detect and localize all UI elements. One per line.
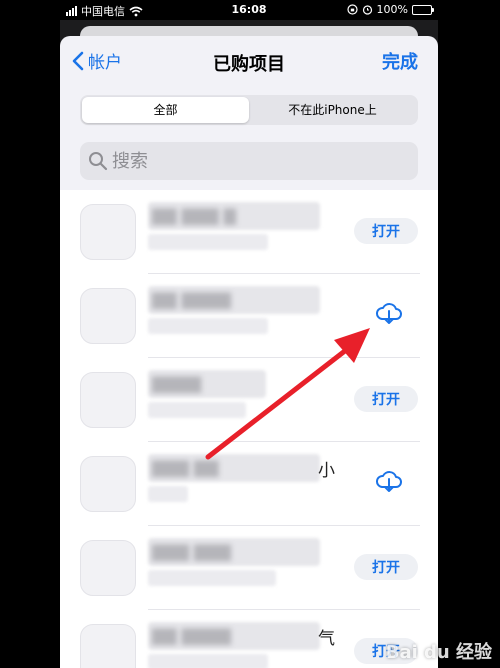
- battery-percent: 100%: [376, 3, 408, 16]
- app-title-blurred: ▇▇ ▇▇▇▇: [148, 622, 320, 650]
- app-title-blurred: ▇▇ ▇▇▇▇: [148, 286, 320, 314]
- list-item: ▇▇▇ ▇▇ 小: [60, 442, 438, 526]
- alarm-icon: [362, 5, 372, 15]
- app-icon-placeholder: [80, 624, 136, 668]
- orientation-lock-icon: [346, 4, 358, 15]
- app-title-visible-char: 小: [318, 461, 335, 481]
- status-bar: 中国电信 16:08 100%: [60, 0, 438, 20]
- list-item: ▇▇▇ ▇▇▇ 打开: [60, 526, 438, 610]
- status-right: 100%: [346, 3, 434, 16]
- app-title-blurred: ▇▇▇ ▇▇: [148, 454, 320, 482]
- done-button[interactable]: 完成: [382, 48, 418, 74]
- app-title-visible-char: 气: [318, 629, 335, 649]
- open-button[interactable]: 打开: [354, 554, 418, 580]
- segment-all[interactable]: 全部: [82, 97, 249, 123]
- download-button[interactable]: [374, 298, 404, 328]
- cloud-download-icon: [376, 471, 402, 492]
- app-icon-placeholder: [80, 372, 136, 428]
- app-subtitle-blurred: [148, 234, 268, 250]
- app-subtitle-blurred: [148, 318, 268, 334]
- app-subtitle-blurred: [148, 486, 188, 502]
- list-item: ▇▇ ▇▇▇▇: [60, 274, 438, 358]
- navigation-bar: 帐户 已购项目 完成: [60, 36, 438, 86]
- app-title-blurred: ▇▇ ▇▇▇ ▇: [148, 202, 320, 230]
- app-icon-placeholder: [80, 540, 136, 596]
- segment-not-on-iphone[interactable]: 不在此iPhone上: [249, 97, 416, 123]
- phone-screen: 帐户 已购项目 完成 全部 不在此iPhone上 ▇▇ ▇▇▇ ▇ 打开: [60, 20, 438, 668]
- search-icon: [89, 152, 108, 171]
- search-bar[interactable]: [80, 142, 418, 180]
- app-title-blurred: ▇▇▇▇: [148, 370, 266, 398]
- download-button[interactable]: [374, 466, 404, 496]
- app-icon-placeholder: [80, 288, 136, 344]
- app-icon-placeholder: [80, 456, 136, 512]
- list-item: ▇▇▇▇ 打开: [60, 358, 438, 442]
- open-button[interactable]: 打开: [354, 386, 418, 412]
- list-item: ▇▇ ▇▇▇▇ 气 打开: [60, 610, 438, 668]
- cloud-download-icon: [376, 303, 402, 324]
- battery-icon: [412, 4, 434, 15]
- watermark: Bai du 经验: [385, 642, 492, 663]
- purchased-sheet: 帐户 已购项目 完成 全部 不在此iPhone上 ▇▇ ▇▇▇ ▇ 打开: [60, 36, 438, 668]
- open-button[interactable]: 打开: [354, 218, 418, 244]
- app-subtitle-blurred: [148, 402, 246, 418]
- segmented-control: 全部 不在此iPhone上: [80, 95, 418, 125]
- app-icon-placeholder: [80, 204, 136, 260]
- search-input[interactable]: [112, 150, 372, 172]
- purchased-app-list: ▇▇ ▇▇▇ ▇ 打开 ▇▇ ▇▇▇▇ ▇▇▇▇ 打开 ▇▇▇ ▇▇ 小 ▇▇▇…: [60, 190, 438, 668]
- list-item: ▇▇ ▇▇▇ ▇ 打开: [60, 190, 438, 274]
- app-title-blurred: ▇▇▇ ▇▇▇: [148, 538, 320, 566]
- app-subtitle-blurred: [148, 654, 268, 668]
- app-subtitle-blurred: [148, 570, 276, 586]
